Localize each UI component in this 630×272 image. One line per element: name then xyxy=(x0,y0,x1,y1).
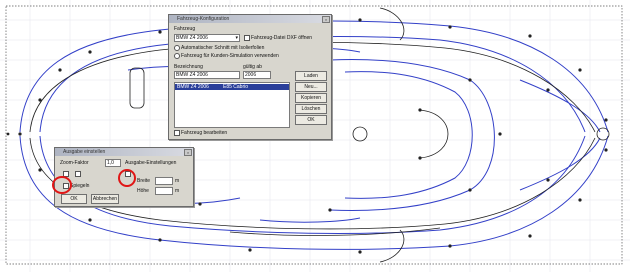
name-input-value: BMW Z4 2006 xyxy=(176,72,208,78)
ok-button[interactable]: OK xyxy=(295,115,327,125)
close-icon[interactable]: × xyxy=(184,149,192,156)
list-item[interactable]: BMW Z4 2006 E85 Cabrio xyxy=(175,84,289,90)
option-checkbox-b[interactable] xyxy=(75,171,81,177)
zoom-factor-label: Zoom-Faktor xyxy=(60,160,89,166)
highlight-circle-left xyxy=(52,176,72,194)
title-bar: Fahrzeug-Konfiguration × xyxy=(169,15,331,23)
list-item-type: E85 Cabrio xyxy=(223,84,249,90)
zoom-factor-value: 1,0 xyxy=(107,160,114,166)
valid-from-label: gültig ab xyxy=(243,64,262,70)
mirror-label: Spiegeln xyxy=(70,183,90,189)
vehicle-select-value: BMW Z4 2006 xyxy=(176,35,208,41)
vehicle-label: Fahrzeug xyxy=(174,26,196,32)
cancel-button[interactable]: Abbrechen xyxy=(91,194,119,204)
list-item-name: BMW Z4 2006 xyxy=(177,84,209,90)
height-label: Höhe xyxy=(137,188,149,194)
zoom-factor-input[interactable]: 1,0 xyxy=(105,159,121,167)
width-input[interactable] xyxy=(155,177,173,185)
sub-title-bar: Ausgabe einstellen × xyxy=(55,148,193,156)
sub-dialog-title: Ausgabe einstellen xyxy=(63,149,106,155)
radio-auto-cut-label: Automatischer Schnitt mit Isolierfolien xyxy=(181,45,265,51)
edit-vehicle-checkbox[interactable] xyxy=(174,130,180,136)
width-label: Breite xyxy=(137,178,151,184)
valid-from-value: 2006 xyxy=(245,72,257,78)
edit-vehicle-label: Fahrzeug bearbeiten xyxy=(181,130,228,136)
open-dxf-checkbox[interactable] xyxy=(244,35,250,41)
height-input[interactable] xyxy=(155,187,173,195)
name-label: Bezeichnung xyxy=(174,64,203,70)
name-input[interactable]: BMW Z4 2006 xyxy=(174,71,240,79)
ok-button[interactable]: OK xyxy=(61,194,87,204)
vehicle-select[interactable]: BMW Z4 2006 ▾ xyxy=(174,34,240,42)
vehicle-config-window: Fahrzeug-Konfiguration × Fahrzeug BMW Z4… xyxy=(168,14,332,140)
radio-simulation-label: Fahrzeug für Kunden-Simulation verwenden xyxy=(181,53,279,59)
vehicle-list[interactable]: BMW Z4 2006 E85 Cabrio xyxy=(174,82,290,128)
highlight-circle-right xyxy=(118,169,136,187)
copy-button[interactable]: Kopieren xyxy=(295,93,327,103)
chevron-down-icon: ▾ xyxy=(235,35,238,41)
height-unit: m xyxy=(175,188,180,194)
valid-from-input[interactable]: 2006 xyxy=(243,71,271,79)
radio-simulation[interactable] xyxy=(174,53,180,59)
close-icon[interactable]: × xyxy=(322,16,330,23)
load-button[interactable]: Laden xyxy=(295,71,327,81)
new-button[interactable]: Neu... xyxy=(295,82,327,92)
width-unit: m xyxy=(175,178,180,184)
delete-button[interactable]: Löschen xyxy=(295,104,327,114)
open-dxf-label: Fahrzeug-Datei DXF öffnen xyxy=(251,35,313,41)
output-settings-label: Ausgabe-Einstellungen xyxy=(125,160,177,166)
radio-auto-cut[interactable] xyxy=(174,45,180,51)
window-title: Fahrzeug-Konfiguration xyxy=(177,16,230,22)
